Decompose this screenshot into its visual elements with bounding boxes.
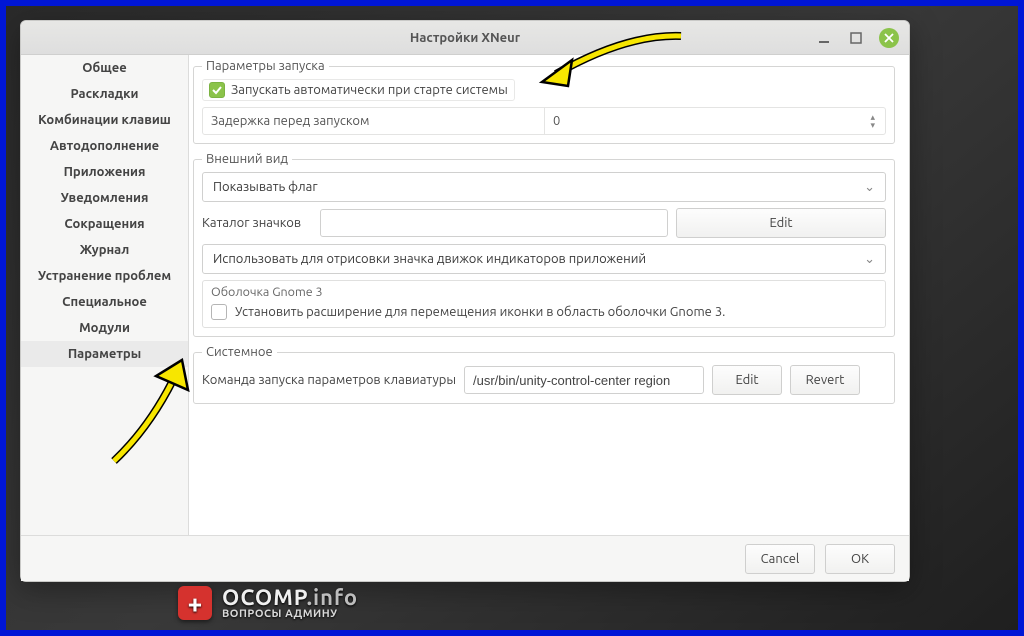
watermark-brand: OCOMP xyxy=(222,585,307,610)
sidebar-item-apps[interactable]: Приложения xyxy=(21,159,188,185)
sidebar-item-special[interactable]: Специальное xyxy=(21,289,188,315)
sidebar: Общее Раскладки Комбинации клавиш Автодо… xyxy=(21,55,189,535)
icon-folder-label: Каталог значков xyxy=(202,216,312,230)
group-system: Системное Команда запуска параметров кла… xyxy=(193,345,895,404)
watermark-tagline: ВОПРОСЫ АДМИНУ xyxy=(222,609,358,620)
spin-down-icon[interactable]: ▾ xyxy=(870,121,875,129)
ok-button[interactable]: OK xyxy=(825,544,895,574)
chevron-down-icon: ⌄ xyxy=(864,180,875,195)
group-appearance-legend: Внешний вид xyxy=(202,152,292,166)
sidebar-item-abbrev[interactable]: Сокращения xyxy=(21,211,188,237)
group-appearance: Внешний вид Показывать флаг ⌄ Каталог зн… xyxy=(193,152,895,337)
show-flag-select[interactable]: Показывать флаг ⌄ xyxy=(202,172,886,202)
plus-icon: + xyxy=(178,586,212,620)
group-startup: Параметры запуска Запускать автоматическ… xyxy=(193,59,895,144)
render-engine-select[interactable]: Использовать для отрисовки значка движок… xyxy=(202,244,886,274)
sidebar-item-parameters[interactable]: Параметры xyxy=(21,341,188,367)
sidebar-item-notifications[interactable]: Уведомления xyxy=(21,185,188,211)
group-system-legend: Системное xyxy=(202,345,277,359)
minimize-button[interactable] xyxy=(815,29,833,47)
cancel-button[interactable]: Cancel xyxy=(745,544,815,574)
autostart-checkbox[interactable] xyxy=(209,82,225,98)
keyboard-cmd-edit-button[interactable]: Edit xyxy=(712,365,782,395)
sidebar-item-autocomplete[interactable]: Автодополнение xyxy=(21,133,188,159)
close-button[interactable] xyxy=(879,28,899,48)
gnome3-extension-checkbox[interactable] xyxy=(211,304,227,320)
gnome3-extension-label: Установить расширение для перемещения ик… xyxy=(235,305,725,319)
window-title: Настройки XNeur xyxy=(21,31,909,45)
delay-spinbox[interactable]: 0 ▴ ▾ xyxy=(544,108,885,134)
titlebar[interactable]: Настройки XNeur xyxy=(21,21,909,55)
dialog-footer: Cancel OK xyxy=(21,535,909,581)
watermark: + OCOMP.info ВОПРОСЫ АДМИНУ xyxy=(178,586,358,620)
subgroup-gnome3: Оболочка Gnome 3 Установить расширение д… xyxy=(202,280,886,328)
keyboard-cmd-label: Команда запуска параметров клавиатуры xyxy=(202,373,456,387)
keyboard-cmd-revert-button[interactable]: Revert xyxy=(790,365,860,395)
autostart-label: Запускать автоматически при старте систе… xyxy=(231,83,508,97)
watermark-tld: .info xyxy=(307,585,359,610)
sidebar-item-troubleshoot[interactable]: Устранение проблем xyxy=(21,263,188,289)
sidebar-item-layouts[interactable]: Раскладки xyxy=(21,81,188,107)
delay-label: Задержка перед запуском xyxy=(203,114,544,128)
icon-folder-input[interactable] xyxy=(320,209,668,237)
keyboard-cmd-input[interactable] xyxy=(464,366,704,394)
content-pane: Параметры запуска Запускать автоматическ… xyxy=(189,55,909,535)
settings-window: Настройки XNeur Общее Раскладки Комбинац… xyxy=(20,20,910,582)
sidebar-item-log[interactable]: Журнал xyxy=(21,237,188,263)
gnome3-title: Оболочка Gnome 3 xyxy=(211,285,877,299)
sidebar-item-modules[interactable]: Модули xyxy=(21,315,188,341)
sidebar-item-hotkeys[interactable]: Комбинации клавиш xyxy=(21,107,188,133)
sidebar-item-general[interactable]: Общее xyxy=(21,55,188,81)
maximize-button[interactable] xyxy=(847,29,865,47)
chevron-down-icon: ⌄ xyxy=(864,252,875,267)
group-startup-legend: Параметры запуска xyxy=(202,59,329,73)
icon-folder-edit-button[interactable]: Edit xyxy=(676,208,886,238)
